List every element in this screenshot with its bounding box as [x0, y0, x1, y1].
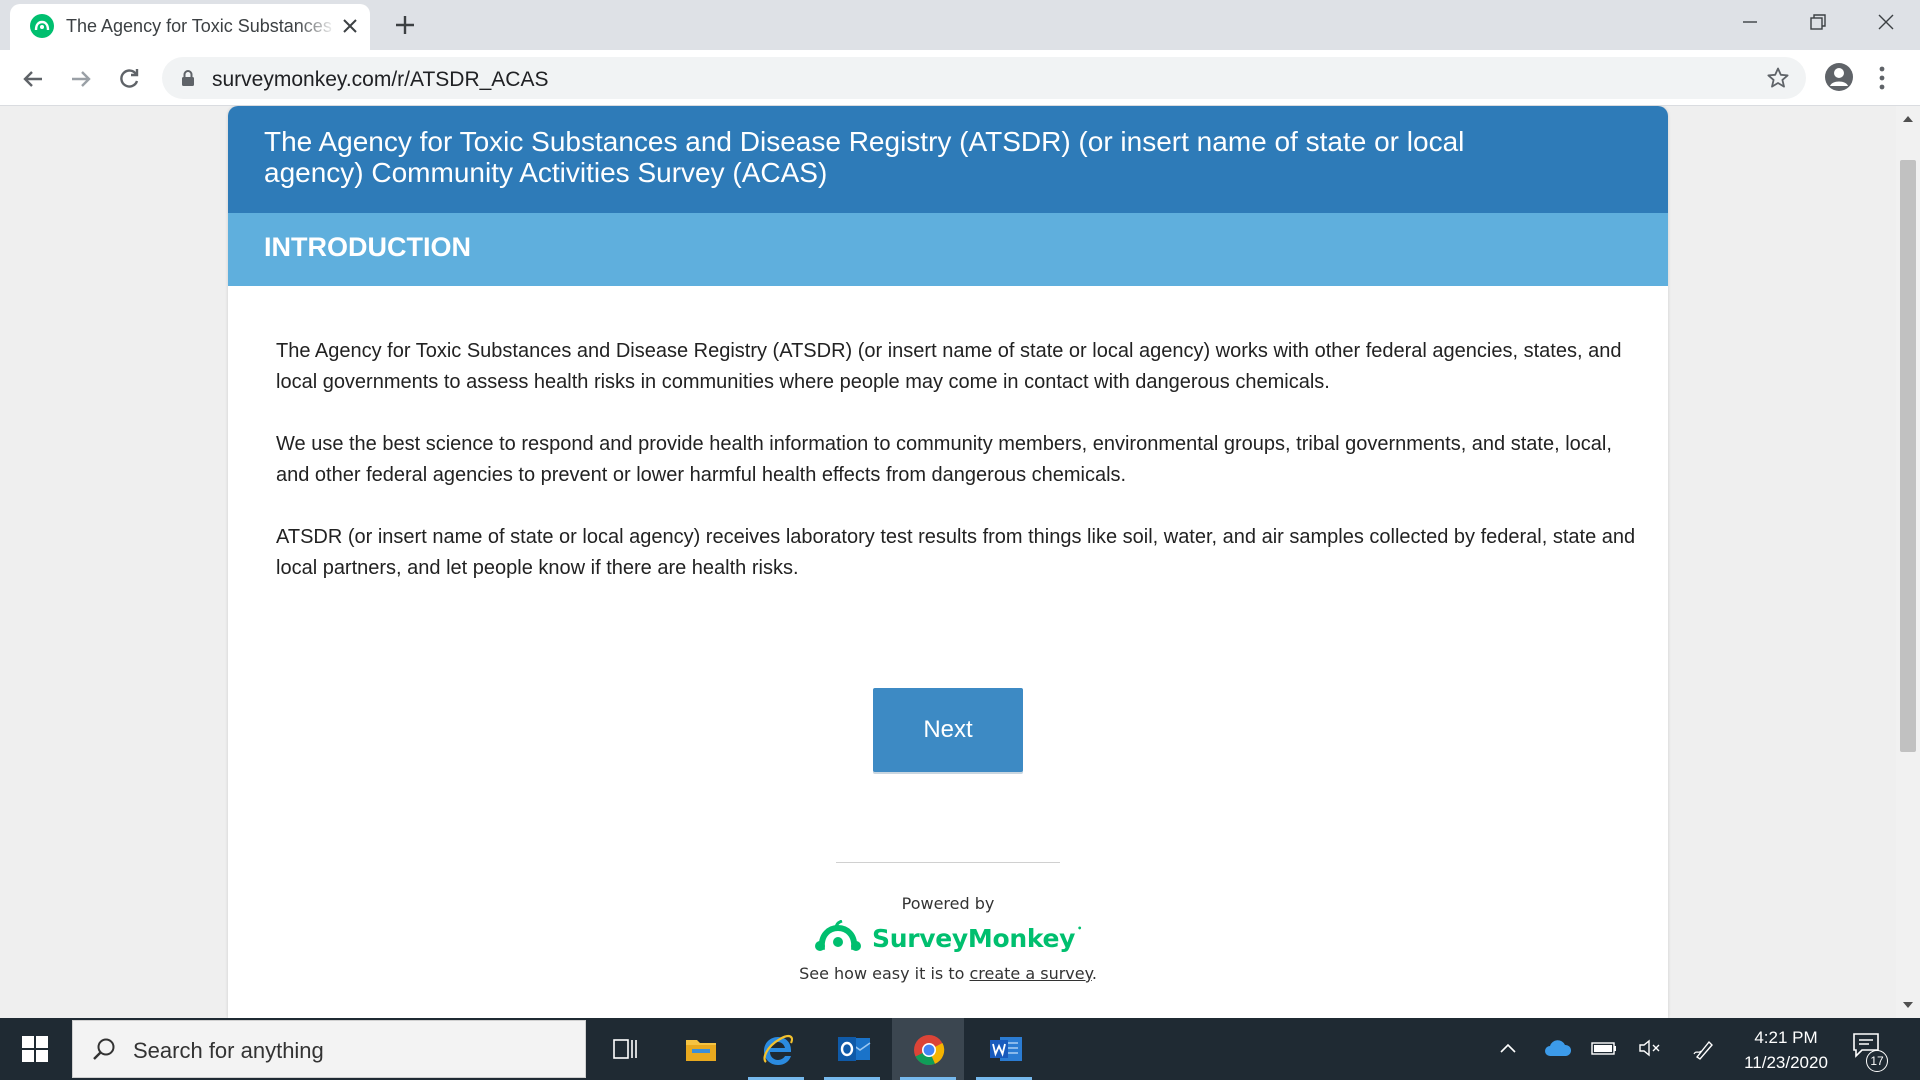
surveymonkey-favicon-icon	[30, 14, 54, 38]
taskbar-search-box[interactable]: Search for anything	[72, 1020, 586, 1078]
more-vertical-icon[interactable]	[1876, 64, 1888, 97]
intro-paragraph: We use the best science to respond and p…	[276, 433, 1612, 486]
intro-paragraph: The Agency for Toxic Substances and Dise…	[276, 340, 1622, 393]
create-survey-note: See how easy it is to create a survey.	[228, 964, 1668, 983]
new-tab-plus-icon[interactable]	[390, 10, 420, 40]
scroll-up-arrow-icon[interactable]	[1903, 116, 1913, 122]
reload-icon[interactable]	[114, 64, 144, 94]
introduction-text: The Agency for Toxic Substances and Dise…	[276, 336, 1636, 615]
page-title: INTRODUCTION	[264, 232, 471, 262]
page-viewport: The Agency for Toxic Substances and Dise…	[0, 106, 1896, 1018]
show-hidden-icons-chevron-icon[interactable]	[1498, 1018, 1522, 1080]
internet-explorer-icon[interactable]	[740, 1018, 812, 1080]
see-how-prefix: See how easy it is to	[799, 964, 970, 983]
see-how-suffix: .	[1091, 964, 1097, 983]
clock-date: 11/23/2020	[1744, 1053, 1828, 1072]
lock-icon[interactable]	[180, 69, 196, 92]
bookmark-star-icon[interactable]	[1766, 66, 1790, 95]
word-icon[interactable]	[968, 1018, 1040, 1080]
tab-title: The Agency for Toxic Substances and Dise…	[66, 16, 336, 37]
taskbar-clock[interactable]: 4:21 PM 11/23/2020	[1736, 1025, 1836, 1075]
intro-paragraph: ATSDR (or insert name of state or local …	[276, 526, 1636, 579]
search-icon	[91, 1037, 117, 1068]
window-restore-icon[interactable]	[1784, 0, 1852, 44]
chrome-icon[interactable]	[892, 1018, 964, 1080]
address-bar[interactable]: surveymonkey.com/r/ATSDR_ACAS	[162, 57, 1806, 99]
surveymonkey-logo-icon	[814, 919, 862, 959]
volume-muted-icon[interactable]	[1638, 1018, 1666, 1080]
forward-arrow-icon[interactable]	[66, 64, 96, 94]
browser-tab[interactable]: The Agency for Toxic Substances and Dise…	[10, 4, 370, 50]
clock-time: 4:21 PM	[1754, 1028, 1818, 1047]
pen-ink-workspace-icon[interactable]	[1692, 1018, 1720, 1080]
task-view-icon[interactable]	[588, 1018, 660, 1080]
scroll-down-arrow-icon[interactable]	[1903, 1002, 1913, 1008]
page-scrollbar[interactable]	[1896, 106, 1920, 1018]
notification-count-badge: 17	[1866, 1050, 1888, 1072]
profile-avatar-icon[interactable]	[1824, 62, 1854, 97]
taskbar-search-placeholder: Search for anything	[133, 1038, 324, 1063]
tab-strip: The Agency for Toxic Substances and Dise…	[0, 0, 1920, 50]
scrollbar-thumb[interactable]	[1900, 160, 1916, 752]
survey-card: The Agency for Toxic Substances and Dise…	[228, 106, 1668, 1018]
browser-toolbar: surveymonkey.com/r/ATSDR_ACAS	[0, 50, 1920, 106]
outlook-icon[interactable]	[816, 1018, 888, 1080]
create-survey-link[interactable]: create a survey	[969, 964, 1091, 983]
back-arrow-icon[interactable]	[18, 64, 48, 94]
powered-by-label: Powered by	[901, 894, 995, 913]
tab-close-icon[interactable]	[338, 14, 362, 38]
window-minimize-icon[interactable]	[1716, 0, 1784, 44]
survey-header: The Agency for Toxic Substances and Dise…	[228, 106, 1668, 213]
file-explorer-icon[interactable]	[664, 1018, 736, 1080]
window-close-icon[interactable]	[1852, 0, 1920, 44]
page-title-bar: INTRODUCTION	[228, 213, 1668, 286]
windows-taskbar: Search for anything 4:21 PM 11/23/2020 1…	[0, 1018, 1920, 1080]
next-button[interactable]: Next	[873, 688, 1023, 772]
url-text[interactable]: surveymonkey.com/r/ATSDR_ACAS	[212, 68, 548, 92]
footer-divider	[836, 862, 1060, 863]
surveymonkey-brand[interactable]: SurveyMonkey	[228, 919, 1668, 959]
survey-title: The Agency for Toxic Substances and Dise…	[264, 126, 1465, 188]
battery-icon[interactable]	[1590, 1018, 1620, 1080]
surveymonkey-wordmark: SurveyMonkey	[872, 924, 1082, 953]
onedrive-cloud-icon[interactable]	[1544, 1018, 1574, 1080]
windows-start-icon[interactable]	[0, 1018, 70, 1080]
